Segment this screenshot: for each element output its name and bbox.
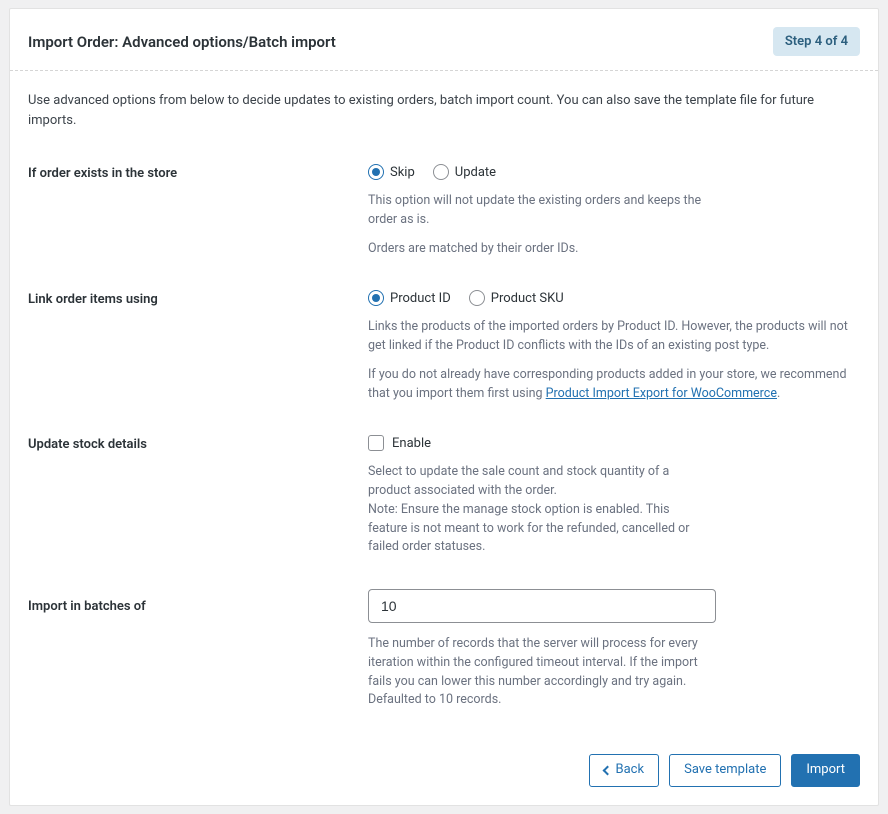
import-button[interactable]: Import (791, 754, 860, 787)
intro-text: Use advanced options from below to decid… (28, 91, 860, 130)
panel-header: Import Order: Advanced options/Batch imp… (10, 9, 878, 71)
field-label: Link order items using (28, 290, 368, 307)
button-label: Back (616, 762, 645, 779)
radio-label: Skip (390, 165, 415, 180)
field-update-stock: Update stock details Enable Select to up… (28, 435, 860, 557)
help-text-suffix: . (777, 386, 780, 401)
radio-update[interactable]: Update (433, 164, 496, 180)
panel-body: Use advanced options from below to decid… (10, 71, 878, 738)
product-import-export-link[interactable]: Product Import Export for WooCommerce (546, 386, 777, 401)
help-text: The number of records that the server wi… (368, 635, 708, 710)
chevron-left-icon (602, 765, 612, 775)
radio-label: Product ID (390, 291, 451, 306)
checkbox-label: Enable (392, 436, 431, 451)
page-title: Import Order: Advanced options/Batch imp… (28, 33, 336, 51)
checkbox-enable-wrap: Enable (368, 435, 860, 451)
step-badge: Step 4 of 4 (773, 27, 860, 56)
field-label: If order exists in the store (28, 164, 368, 181)
field-order-exists: If order exists in the store Skip Update… (28, 164, 860, 258)
field-label: Update stock details (28, 435, 368, 452)
back-button[interactable]: Back (589, 754, 660, 787)
help-text: This option will not update the existing… (368, 192, 708, 230)
radio-icon (469, 290, 485, 306)
radio-label: Update (455, 165, 496, 180)
panel-footer: Back Save template Import (10, 738, 878, 805)
radio-product-sku[interactable]: Product SKU (469, 290, 564, 306)
button-label: Import (806, 762, 845, 779)
help-text: Orders are matched by their order IDs. (368, 240, 708, 259)
radio-icon (368, 290, 384, 306)
field-label: Import in batches of (28, 589, 368, 614)
button-label: Save template (684, 762, 766, 779)
checkbox-enable[interactable] (368, 435, 384, 451)
import-order-panel: Import Order: Advanced options/Batch imp… (9, 8, 879, 806)
radio-product-id[interactable]: Product ID (368, 290, 451, 306)
help-text: If you do not already have corresponding… (368, 366, 860, 404)
radio-label: Product SKU (491, 291, 564, 306)
radio-icon (433, 164, 449, 180)
batch-size-input[interactable] (368, 589, 716, 623)
field-link-items: Link order items using Product ID Produc… (28, 290, 860, 403)
save-template-button[interactable]: Save template (669, 754, 781, 787)
help-text: Links the products of the imported order… (368, 318, 860, 356)
radio-icon (368, 164, 384, 180)
radio-group-order-exists: Skip Update (368, 164, 860, 180)
radio-skip[interactable]: Skip (368, 164, 415, 180)
help-text: Select to update the sale count and stoc… (368, 463, 708, 557)
field-batch: Import in batches of The number of recor… (28, 589, 860, 710)
radio-group-link-items: Product ID Product SKU (368, 290, 860, 306)
